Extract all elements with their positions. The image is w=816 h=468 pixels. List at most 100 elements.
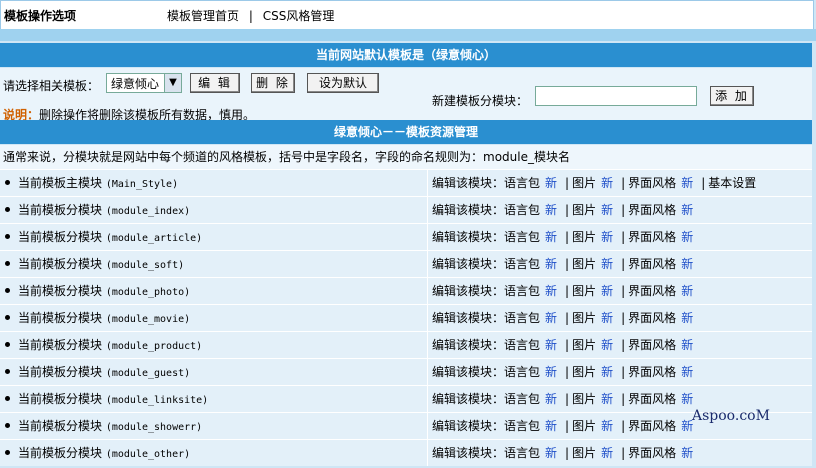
lang-new-link[interactable]: 新 <box>545 338 557 352</box>
select-label: 请选择相关模板： <box>3 79 100 93</box>
edit-prefix: 编辑该模块： <box>432 365 505 379</box>
lang-new-link[interactable]: 新 <box>545 176 557 190</box>
style-new-link[interactable]: 新 <box>681 338 693 352</box>
style-link[interactable]: 界面风格 <box>628 203 676 217</box>
css-style-link[interactable]: CSS风格管理 <box>263 9 335 23</box>
pic-link[interactable]: 图片 <box>572 230 596 244</box>
separator: | <box>621 365 626 379</box>
lang-new-link[interactable]: 新 <box>545 419 557 433</box>
style-link[interactable]: 界面风格 <box>628 176 676 190</box>
style-link[interactable]: 界面风格 <box>628 311 676 325</box>
style-new-link[interactable]: 新 <box>681 284 693 298</box>
edit-button[interactable]: 编 辑 <box>190 73 240 93</box>
style-link[interactable]: 界面风格 <box>628 446 676 460</box>
pic-new-link[interactable]: 新 <box>601 257 613 271</box>
pic-link[interactable]: 图片 <box>572 392 596 406</box>
bullet-icon <box>5 315 10 320</box>
style-new-link[interactable]: 新 <box>681 176 693 190</box>
pic-new-link[interactable]: 新 <box>601 176 613 190</box>
module-info: 当前模板分模块 (module_linksite) <box>0 386 428 412</box>
module-code: (module_movie) <box>105 314 191 325</box>
lang-link[interactable]: 语言包 <box>504 311 540 325</box>
pic-link[interactable]: 图片 <box>572 203 596 217</box>
lang-link[interactable]: 语言包 <box>504 203 540 217</box>
style-new-link[interactable]: 新 <box>681 311 693 325</box>
pic-new-link[interactable]: 新 <box>601 338 613 352</box>
style-new-link[interactable]: 新 <box>681 230 693 244</box>
template-actions: 请选择相关模板： 绿意倾心 ▼ 编 辑 删 除 设为默认 说明：删除操作将删除该… <box>0 68 812 122</box>
lang-link[interactable]: 语言包 <box>504 446 540 460</box>
lang-link[interactable]: 语言包 <box>504 257 540 271</box>
module-list: 当前模板主模块 (Main_Style) 编辑该模块：语言包新 | 图片新 | 界面风格… <box>0 169 812 466</box>
style-new-link[interactable]: 新 <box>681 203 693 217</box>
module-name: 当前模板分模块 <box>18 392 103 406</box>
module-code: (module_article) <box>105 233 203 244</box>
lang-new-link[interactable]: 新 <box>545 257 557 271</box>
new-module-input[interactable] <box>535 86 697 106</box>
style-link[interactable]: 界面风格 <box>628 338 676 352</box>
pic-link[interactable]: 图片 <box>572 311 596 325</box>
style-new-link[interactable]: 新 <box>681 392 693 406</box>
style-link[interactable]: 界面风格 <box>628 419 676 433</box>
lang-new-link[interactable]: 新 <box>545 284 557 298</box>
pic-link[interactable]: 图片 <box>572 257 596 271</box>
lang-new-link[interactable]: 新 <box>545 446 557 460</box>
lang-link[interactable]: 语言包 <box>504 284 540 298</box>
add-button[interactable]: 添 加 <box>710 86 754 106</box>
style-new-link[interactable]: 新 <box>681 446 693 460</box>
style-link[interactable]: 界面风格 <box>628 230 676 244</box>
lang-new-link[interactable]: 新 <box>545 311 557 325</box>
lang-new-link[interactable]: 新 <box>545 365 557 379</box>
lang-link[interactable]: 语言包 <box>504 365 540 379</box>
lang-link[interactable]: 语言包 <box>504 392 540 406</box>
pic-link[interactable]: 图片 <box>572 338 596 352</box>
lang-link[interactable]: 语言包 <box>504 419 540 433</box>
style-new-link[interactable]: 新 <box>681 365 693 379</box>
style-link[interactable]: 界面风格 <box>628 284 676 298</box>
style-link[interactable]: 界面风格 <box>628 257 676 271</box>
separator: | <box>565 446 570 460</box>
pic-new-link[interactable]: 新 <box>601 419 613 433</box>
basic-settings-link[interactable]: 基本设置 <box>708 176 756 190</box>
bullet-icon <box>5 207 10 212</box>
template-select[interactable]: 绿意倾心 ▼ <box>106 73 182 93</box>
lang-link[interactable]: 语言包 <box>504 176 540 190</box>
separator: | <box>565 284 570 298</box>
lang-new-link[interactable]: 新 <box>545 230 557 244</box>
style-link[interactable]: 界面风格 <box>628 365 676 379</box>
pic-link[interactable]: 图片 <box>572 419 596 433</box>
pic-new-link[interactable]: 新 <box>601 230 613 244</box>
style-new-link[interactable]: 新 <box>681 257 693 271</box>
module-row: 当前模板分模块 (module_movie) 编辑该模块：语言包新 | 图片新 | 界面… <box>0 304 812 331</box>
pic-new-link[interactable]: 新 <box>601 365 613 379</box>
bullet-icon <box>5 234 10 239</box>
pic-link[interactable]: 图片 <box>572 365 596 379</box>
edit-prefix: 编辑该模块： <box>432 230 505 244</box>
edit-prefix: 编辑该模块： <box>432 419 505 433</box>
lang-link[interactable]: 语言包 <box>504 338 540 352</box>
style-link[interactable]: 界面风格 <box>628 392 676 406</box>
edit-prefix: 编辑该模块： <box>432 257 505 271</box>
set-default-button[interactable]: 设为默认 <box>307 73 379 93</box>
pic-new-link[interactable]: 新 <box>601 203 613 217</box>
pic-link[interactable]: 图片 <box>572 284 596 298</box>
chevron-down-icon[interactable]: ▼ <box>164 74 181 92</box>
module-code: (module_index) <box>105 206 191 217</box>
pic-new-link[interactable]: 新 <box>601 392 613 406</box>
lang-link[interactable]: 语言包 <box>504 230 540 244</box>
bullet-icon <box>5 369 10 374</box>
pic-link[interactable]: 图片 <box>572 446 596 460</box>
lang-new-link[interactable]: 新 <box>545 392 557 406</box>
module-info: 当前模板分模块 (module_guest) <box>0 359 428 385</box>
module-code: (module_photo) <box>105 287 191 298</box>
pic-new-link[interactable]: 新 <box>601 446 613 460</box>
pic-link[interactable]: 图片 <box>572 176 596 190</box>
separator: | <box>621 284 626 298</box>
pic-new-link[interactable]: 新 <box>601 284 613 298</box>
module-ops: 编辑该模块：语言包新 | 图片新 | 界面风格新 <box>432 386 698 412</box>
template-home-link[interactable]: 模板管理首页 <box>167 9 239 23</box>
lang-new-link[interactable]: 新 <box>545 203 557 217</box>
pic-new-link[interactable]: 新 <box>601 311 613 325</box>
bullet-icon <box>5 180 10 185</box>
delete-button[interactable]: 删 除 <box>251 73 295 93</box>
